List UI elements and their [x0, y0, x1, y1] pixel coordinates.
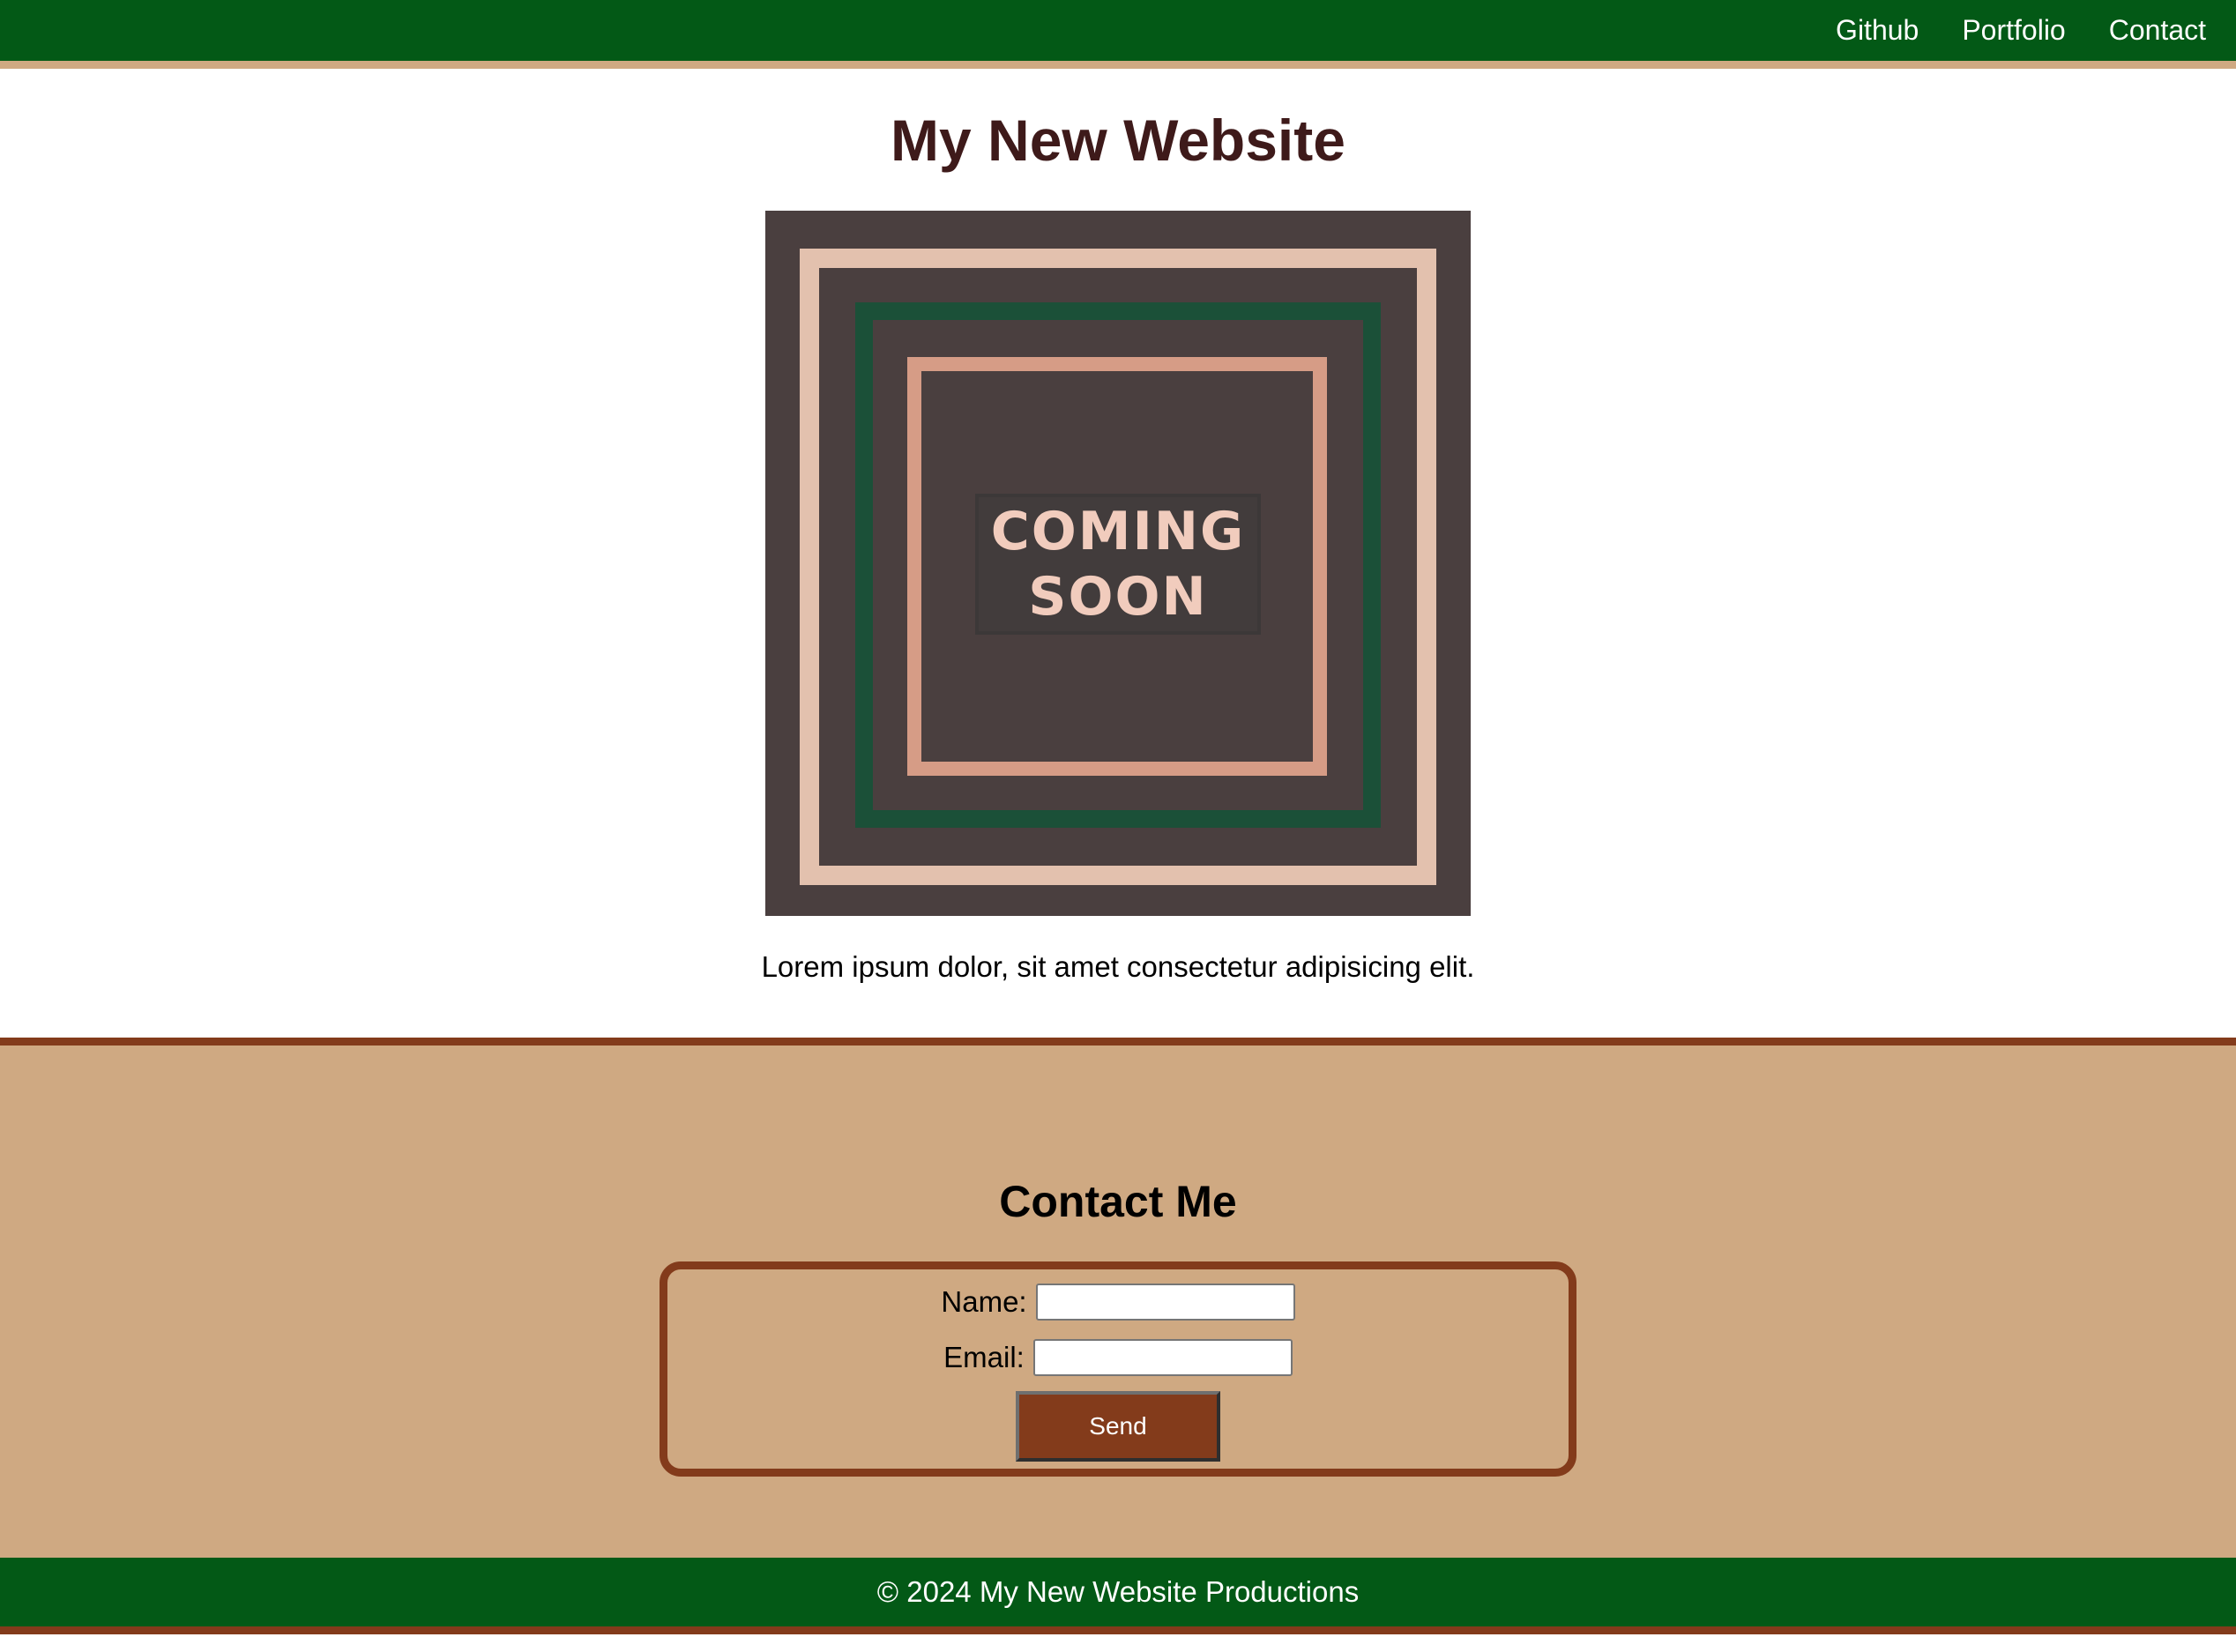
name-label: Name: [941, 1285, 1027, 1318]
contact-form: Name: Email: Send [660, 1261, 1576, 1477]
email-label: Email: [943, 1341, 1025, 1373]
footer: © 2024 My New Website Productions [0, 1558, 2236, 1634]
coming-soon-image: COMING SOON [765, 211, 1471, 916]
intro-paragraph: Lorem ipsum dolor, sit amet consectetur … [761, 950, 1475, 983]
contact-title: Contact Me [999, 1177, 1237, 1226]
page-title: My New Website [891, 108, 1345, 173]
coming-soon-line-1: COMING [990, 501, 1246, 562]
coming-soon-line-2: SOON [1028, 566, 1208, 628]
coming-soon-label: COMING SOON [975, 494, 1261, 635]
top-navbar: Github Portfolio Contact [0, 0, 2236, 69]
nav-link-contact[interactable]: Contact [2109, 0, 2206, 61]
nav-link-portfolio[interactable]: Portfolio [1962, 0, 2065, 61]
name-row: Name: [667, 1284, 1569, 1321]
email-input[interactable] [1032, 1339, 1293, 1376]
name-input[interactable] [1035, 1284, 1295, 1321]
contact-section: Contact Me Name: Email: Send [0, 1038, 2236, 1558]
footer-copyright: © 2024 My New Website Productions [876, 1575, 1360, 1608]
email-row: Email: [667, 1339, 1569, 1376]
nav-link-github[interactable]: Github [1836, 0, 1919, 61]
send-button[interactable]: Send [1016, 1391, 1220, 1462]
